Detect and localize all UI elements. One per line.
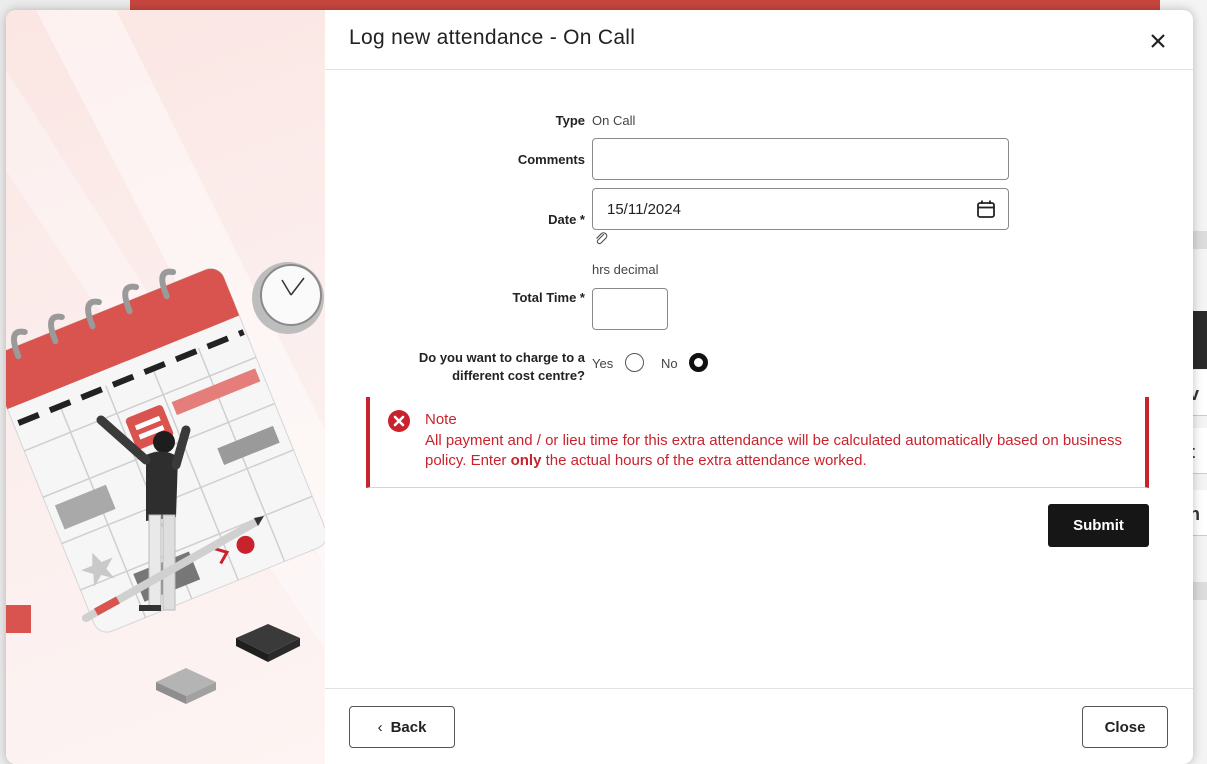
- calendar-illustration: [6, 10, 325, 764]
- close-icon[interactable]: [1147, 30, 1169, 52]
- radio-yes-label: Yes: [592, 356, 614, 371]
- cost-centre-label: Do you want to charge to a different cos…: [365, 349, 585, 385]
- chevron-left-icon: ‹: [377, 718, 383, 736]
- submit-button[interactable]: Submit: [1048, 504, 1149, 547]
- total-time-field[interactable]: [592, 288, 668, 330]
- note-body-bold: only: [510, 452, 542, 469]
- date-label: Date *: [548, 212, 585, 227]
- back-button-label: Back: [390, 718, 427, 736]
- radio-no[interactable]: [689, 353, 708, 372]
- cost-centre-label-line1: Do you want to charge to a: [418, 350, 585, 365]
- note-title: Note: [425, 411, 457, 428]
- hrs-decimal-hint: hrs decimal: [592, 262, 659, 277]
- radio-no-label: No: [661, 356, 678, 371]
- date-value: 15/11/2024: [607, 201, 681, 218]
- type-value: On Call: [592, 113, 636, 128]
- total-time-label: Total Time *: [512, 290, 585, 305]
- modal-content: Log new attendance - On Call Type On Cal…: [325, 10, 1193, 764]
- modal-header: Log new attendance - On Call: [325, 10, 1193, 70]
- calendar-person-illustration-icon: [6, 10, 325, 704]
- comments-field[interactable]: [592, 138, 1009, 180]
- modal-footer: ‹ Back Close: [325, 688, 1193, 764]
- comments-label: Comments: [517, 152, 585, 167]
- back-button[interactable]: ‹ Back: [349, 706, 455, 748]
- date-field[interactable]: 15/11/2024: [592, 188, 1009, 230]
- note-alert: Note All payment and / or lieu time for …: [366, 397, 1149, 488]
- close-button[interactable]: Close: [1082, 706, 1168, 748]
- note-body: All payment and / or lieu time for this …: [425, 431, 1125, 471]
- paperclip-icon[interactable]: [593, 230, 609, 246]
- type-label: Type: [555, 113, 585, 128]
- radio-yes[interactable]: [625, 353, 644, 372]
- modal-title: Log new attendance - On Call: [349, 26, 636, 49]
- calendar-icon[interactable]: [976, 199, 996, 219]
- cost-centre-label-line2: different cost centre?: [452, 368, 585, 383]
- error-circle-icon: [388, 410, 410, 432]
- note-body-text-end: the actual hours of the extra attendance…: [541, 452, 867, 469]
- log-attendance-modal: Log new attendance - On Call Type On Cal…: [6, 10, 1193, 764]
